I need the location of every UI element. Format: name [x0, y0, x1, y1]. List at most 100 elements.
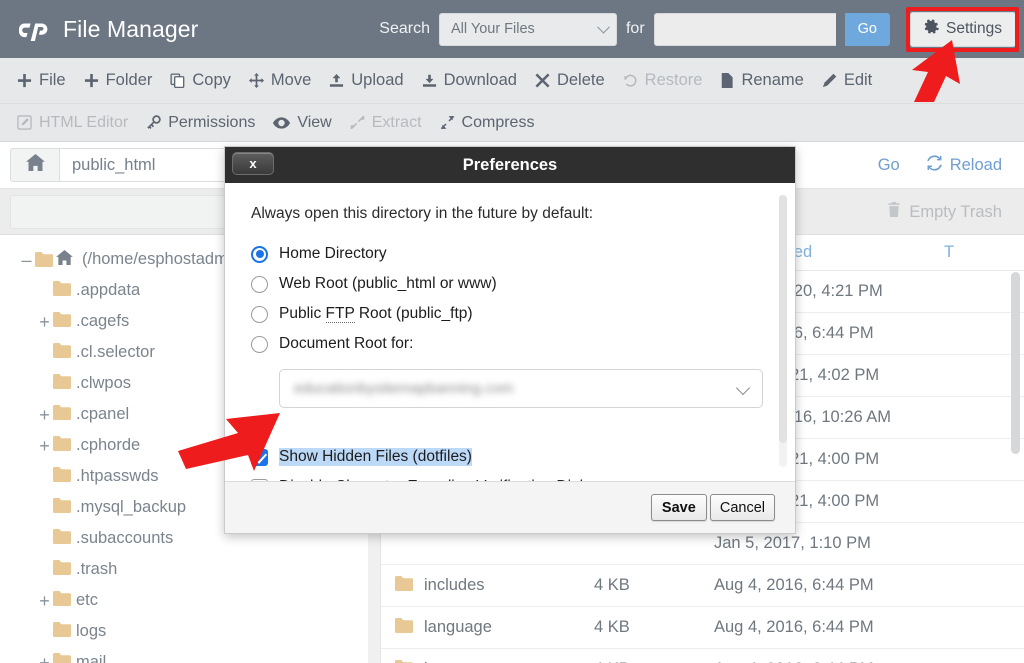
- file-list-scrollbar-thumb[interactable]: [1011, 272, 1020, 454]
- document-root-select[interactable]: educationbysitemapbanning.com: [279, 369, 763, 408]
- radio-label: Public FTP Root (public_ftp): [279, 305, 473, 323]
- toolbar-restore-button: Restore: [614, 71, 712, 90]
- tree-expand-icon[interactable]: +: [36, 437, 53, 455]
- toolbar-label: Download: [443, 71, 517, 89]
- copy-icon: [170, 73, 185, 88]
- preferences-dialog: x Preferences Always open this directory…: [224, 146, 796, 534]
- dialog-intro-text: Always open this directory in the future…: [251, 205, 594, 222]
- toolbar-label: Delete: [556, 71, 605, 89]
- toolbar-secondary: HTML Editor Permissions View Extract Com…: [0, 104, 1024, 142]
- radio-document-root[interactable]: Document Root for:: [251, 329, 769, 359]
- extract-icon: [350, 115, 365, 130]
- tree-expand-icon[interactable]: +: [36, 313, 53, 331]
- app-title: File Manager: [63, 15, 199, 42]
- toolbar-new-file-button[interactable]: File: [8, 71, 75, 90]
- tree-node-label: mail: [76, 653, 107, 663]
- tree-expand-icon[interactable]: +: [36, 406, 53, 424]
- toolbar-view-button[interactable]: View: [264, 114, 340, 132]
- folder-icon: [53, 528, 71, 549]
- reload-label: Reload: [949, 156, 1002, 174]
- toolbar-upload-button[interactable]: Upload: [320, 71, 412, 90]
- folder-icon: [53, 466, 71, 487]
- toolbar-label: Move: [270, 71, 312, 89]
- dialog-scrollbar[interactable]: [779, 195, 787, 467]
- cell-name: layouts: [381, 659, 594, 663]
- toolbar-download-button[interactable]: Download: [413, 71, 526, 90]
- tree-node-label: .htpasswds: [76, 467, 159, 485]
- tree-node[interactable]: .trash: [0, 554, 368, 585]
- toolbar-delete-button[interactable]: Delete: [526, 71, 614, 90]
- eye-icon: [273, 116, 291, 130]
- search-scope-value: All Your Files: [450, 21, 535, 37]
- folder-icon: [53, 559, 71, 580]
- home-button[interactable]: [10, 148, 60, 182]
- toolbar-label: HTML Editor: [39, 113, 129, 131]
- dialog-scrollbar-thumb[interactable]: [779, 195, 787, 443]
- pathbar-actions: Go Reload: [878, 142, 1024, 189]
- reload-button[interactable]: Reload: [926, 155, 1002, 176]
- toolbar-label: Extract: [371, 113, 422, 131]
- html-editor-icon: [17, 115, 32, 130]
- compress-icon: [440, 115, 455, 130]
- search-scope-select[interactable]: All Your Files: [438, 12, 617, 46]
- dialog-close-button[interactable]: x: [232, 152, 274, 175]
- tree-node[interactable]: + etc: [0, 585, 368, 616]
- toolbar-permissions-button[interactable]: Permissions: [137, 114, 264, 132]
- search-input[interactable]: [653, 12, 836, 46]
- folder-icon: [395, 575, 413, 596]
- tree-expand-icon[interactable]: +: [36, 654, 53, 663]
- settings-button[interactable]: Settings: [909, 11, 1016, 47]
- radio-home-directory[interactable]: Home Directory: [251, 239, 769, 269]
- toolbar-move-button[interactable]: Move: [240, 71, 320, 90]
- tree-node[interactable]: + mail: [0, 647, 368, 663]
- tree-expand-icon[interactable]: +: [36, 592, 53, 610]
- tree-collapse-icon[interactable]: –: [18, 251, 35, 269]
- column-header-type[interactable]: T: [944, 243, 1024, 262]
- checkbox-disable-encoding-dialogs[interactable]: Disable Character Encoding Verification …: [251, 472, 769, 481]
- folder-icon: [53, 621, 71, 642]
- search-go-button[interactable]: Go: [844, 12, 890, 46]
- tree-node-label: .cagefs: [76, 312, 130, 330]
- table-row[interactable]: layouts4 KBAug 4, 2016, 6:44 PM: [381, 649, 1024, 663]
- radio-indicator: [251, 305, 268, 323]
- toolbar-label: Compress: [461, 113, 535, 131]
- brand: File Manager: [0, 16, 198, 43]
- x-icon: [535, 73, 550, 88]
- cell-size: 4 KB: [594, 618, 630, 636]
- restore-icon: [623, 73, 638, 88]
- toolbar-edit-button[interactable]: Edit: [813, 71, 881, 90]
- pathbar-go-label: Go: [877, 156, 900, 174]
- toolbar-label: Copy: [192, 71, 231, 89]
- table-row[interactable]: language 4 KB Aug 4, 2016, 6:44 PM: [381, 607, 1024, 649]
- radio-indicator: [251, 275, 268, 293]
- tree-node-label: .cphorde: [76, 436, 141, 454]
- plus-icon: [84, 73, 99, 88]
- cancel-button[interactable]: Cancel: [709, 494, 775, 521]
- toolbar-primary: File Folder Copy Move Upload Download De…: [0, 58, 1024, 104]
- chevron-down-icon: [735, 380, 751, 396]
- checkbox-show-hidden-files[interactable]: Show Hidden Files (dotfiles): [251, 442, 769, 472]
- cell-size: 4 KB: [594, 576, 630, 594]
- dialog-titlebar: x Preferences: [225, 147, 795, 183]
- tree-node-label: .mysql_backup: [76, 498, 187, 516]
- radio-web-root[interactable]: Web Root (public_html or www): [251, 269, 769, 299]
- tree-node[interactable]: logs: [0, 616, 368, 647]
- toolbar-copy-button[interactable]: Copy: [161, 71, 240, 90]
- radio-label: Web Root (public_html or www): [279, 275, 497, 292]
- folder-icon: [395, 617, 413, 638]
- table-row[interactable]: includes 4 KB Aug 4, 2016, 6:44 PM: [381, 565, 1024, 607]
- tree-node-label: .cl.selector: [76, 343, 155, 361]
- save-button[interactable]: Save: [650, 494, 707, 521]
- toolbar-compress-button[interactable]: Compress: [431, 114, 544, 132]
- toolbar-rename-button[interactable]: Rename: [711, 71, 812, 90]
- pathbar-go-button[interactable]: Go: [878, 156, 900, 175]
- download-icon: [422, 73, 437, 88]
- toolbar-label: Edit: [843, 71, 873, 89]
- cpanel-logo-icon: [18, 16, 52, 42]
- toolbar-new-folder-button[interactable]: Folder: [75, 71, 162, 90]
- dialog-footer: Save Cancel: [225, 481, 795, 533]
- cell-name-label: language: [424, 618, 492, 636]
- folder-icon: [53, 311, 71, 332]
- radio-public-ftp-root[interactable]: Public FTP Root (public_ftp): [251, 299, 769, 329]
- toolbar-extract-button: Extract: [341, 114, 431, 132]
